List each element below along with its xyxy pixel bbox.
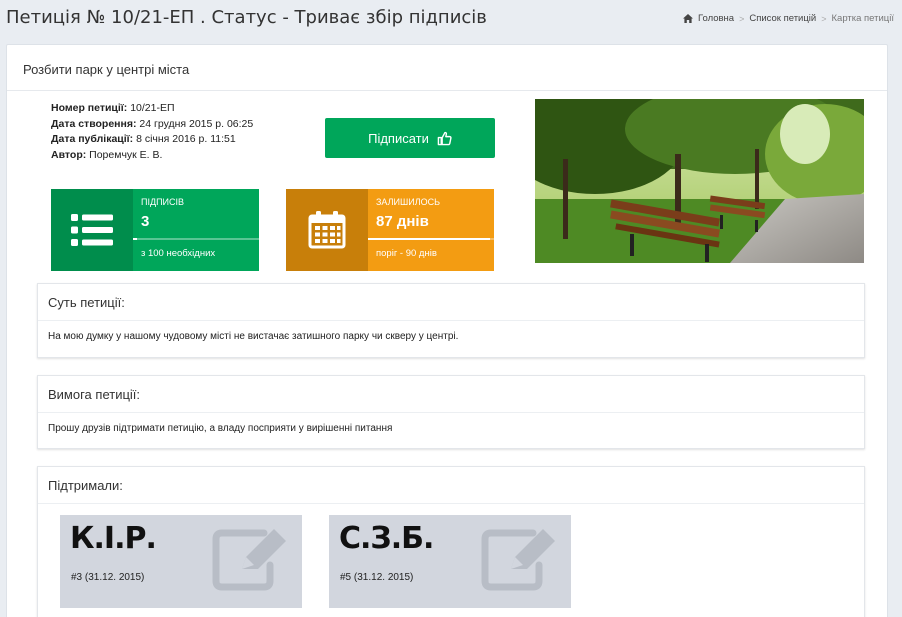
supporter-meta: #3 (31.12. 2015) [71, 572, 145, 583]
list-icon [71, 214, 113, 246]
signatures-icon-area [51, 189, 133, 271]
supporter-initials: С.З.Б. [339, 521, 434, 556]
meta-published: Дата публікації: 8 січня 2016 р. 11:51 [51, 133, 236, 145]
supporters-panel: Підтримали: К.І.Р. #3 (31.12. 2015) С.З.… [37, 466, 865, 617]
breadcrumb-separator: > [739, 13, 745, 24]
home-icon [682, 14, 693, 23]
page-title: Петиція № 10/21-ЕП . Статус - Триває збі… [6, 7, 487, 28]
petition-name: Розбити парк у центрі міста [23, 62, 190, 77]
remaining-label: ЗАЛИШИЛОСЬ [376, 197, 441, 207]
meta-created: Дата створення: 24 грудня 2015 р. 06:25 [51, 117, 254, 130]
essence-text: На мою думку у нашому чудовому місті не … [48, 331, 459, 342]
breadcrumb-separator: > [821, 13, 827, 24]
supporters-heading: Підтримали: [38, 467, 864, 504]
page-header: Петиція № 10/21-ЕП . Статус - Триває збі… [0, 0, 902, 40]
remaining-progress [368, 238, 494, 240]
demand-panel: Вимога петиції: Прошу друзів підтримати … [37, 375, 865, 449]
supporter-card: К.І.Р. #3 (31.12. 2015) [60, 515, 302, 608]
signatures-required: з 100 необхідних [141, 248, 216, 259]
divider [7, 90, 887, 91]
park-photo [535, 99, 864, 263]
petition-meta: Номер петиції: 10/21-ЕП Дата створення: … [51, 101, 253, 163]
essence-panel: Суть петиції: На мою думку у нашому чудо… [37, 283, 865, 358]
edit-icon [212, 529, 286, 591]
remaining-box: ЗАЛИШИЛОСЬ 87 днів поріг - 90 днів [286, 189, 494, 271]
petition-panel: Розбити парк у центрі міста Номер петиці… [6, 44, 888, 617]
demand-text: Прошу друзів підтримати петицію, а владу… [48, 423, 393, 434]
signatures-label: ПІДПИСІВ [141, 197, 185, 207]
supporter-card: С.З.Б. #5 (31.12. 2015) [329, 515, 571, 608]
sign-button[interactable]: Підписати [325, 118, 495, 158]
signatures-progress-fill [133, 238, 137, 240]
remaining-days: 87 днів [376, 213, 429, 230]
essence-heading: Суть петиції: [38, 284, 864, 321]
breadcrumb-list-link[interactable]: Список петицій [749, 13, 816, 24]
supporter-initials: К.І.Р. [70, 521, 157, 556]
breadcrumb-home-link[interactable]: Головна [698, 13, 734, 24]
breadcrumb-current: Картка петиції [831, 13, 895, 24]
meta-author: Автор: Поремчук Е. В. [51, 148, 163, 161]
demand-heading: Вимога петиції: [38, 376, 864, 413]
signatures-count: 3 [141, 213, 150, 230]
signatures-box: ПІДПИСІВ 3 з 100 необхідних [51, 189, 259, 271]
calendar-icon [308, 211, 346, 249]
sign-button-label: Підписати [368, 130, 429, 146]
supporter-meta: #5 (31.12. 2015) [340, 572, 414, 583]
thumbs-up-icon [437, 131, 452, 145]
signatures-progress [133, 238, 259, 240]
remaining-icon-area [286, 189, 368, 271]
edit-icon [481, 529, 555, 591]
remaining-threshold: поріг - 90 днів [376, 248, 437, 259]
remaining-progress-fill [368, 238, 491, 240]
meta-number: Номер петиції: 10/21-ЕП [51, 102, 175, 114]
breadcrumb: Головна > Список петицій > Картка петиці… [682, 13, 895, 24]
